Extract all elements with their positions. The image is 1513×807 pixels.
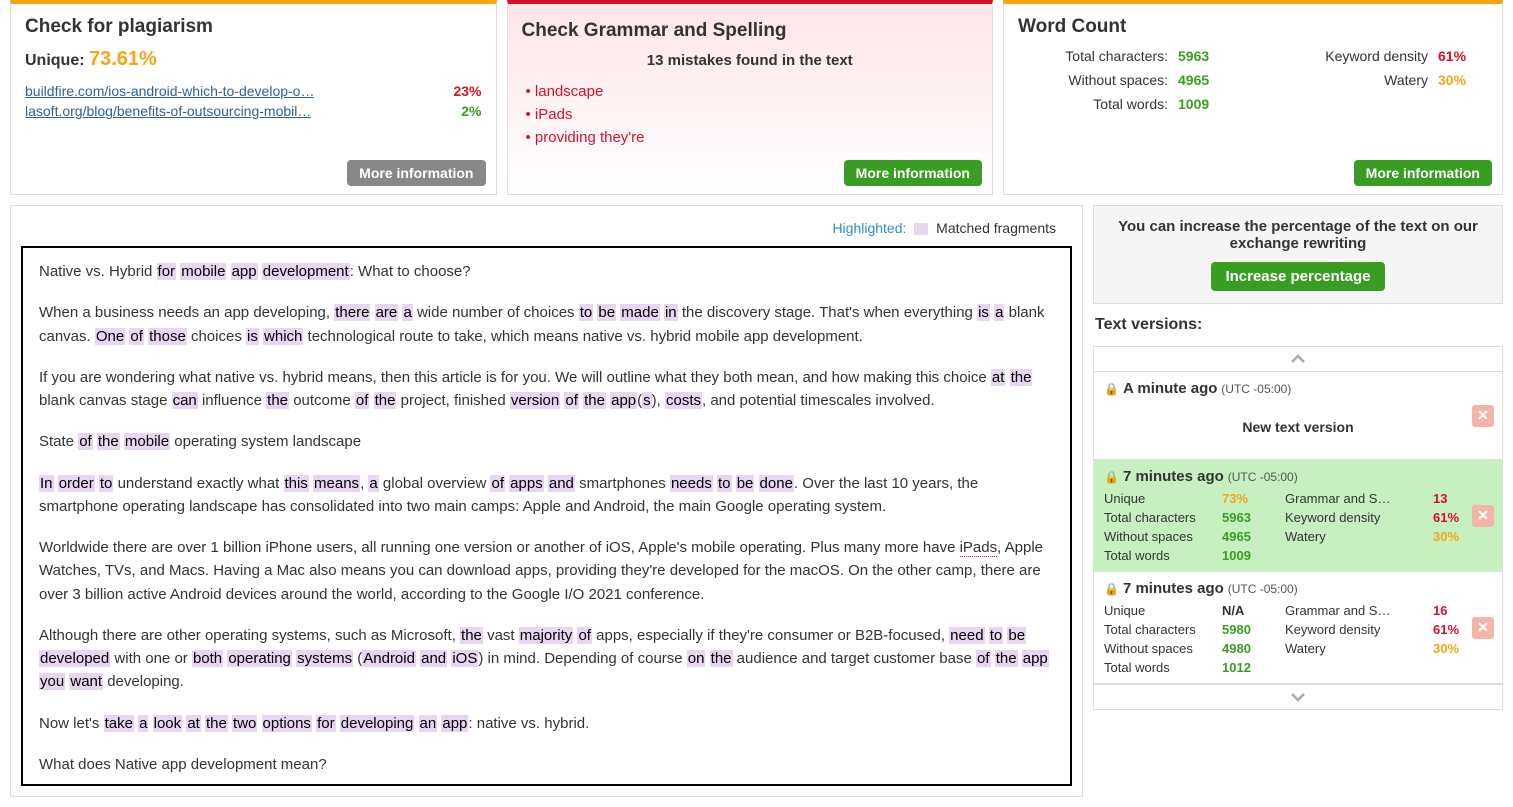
wordcount-row: Total words:1009 <box>1018 96 1228 112</box>
mistake-item: • landscape <box>522 83 979 100</box>
wordcount-title: Word Count <box>1018 16 1488 38</box>
text-editor[interactable]: Native vs. Hybrid for mobile app develop… <box>21 246 1072 786</box>
grammar-subtitle: 13 mistakes found in the text <box>522 52 979 69</box>
plagiarism-source-row: lasoft.org/blog/benefits-of-outsourcing-… <box>25 103 482 119</box>
plagiarism-source-link[interactable]: lasoft.org/blog/benefits-of-outsourcing-… <box>25 103 311 119</box>
lock-icon: 🔒 <box>1104 470 1119 484</box>
wordcount-row: Total characters:5963 <box>1018 48 1228 64</box>
swatch-icon <box>914 223 928 235</box>
versions-list: 🔒A minute ago (UTC -05:00)New text versi… <box>1093 346 1503 710</box>
plagiarism-source-link[interactable]: buildfire.com/ios-android-which-to-devel… <box>25 83 314 99</box>
plagiarism-more-button[interactable]: More information <box>347 160 485 186</box>
editor-column: Highlighted: Matched fragments Native vs… <box>10 205 1083 797</box>
mistake-item: • providing they're <box>522 129 979 146</box>
wordcount-row: Watery30% <box>1278 72 1488 88</box>
highlight-legend: Highlighted: Matched fragments <box>21 216 1072 246</box>
lock-icon: 🔒 <box>1104 582 1119 596</box>
plagiarism-source-pct: 2% <box>461 103 481 119</box>
grammar-card: Check Grammar and Spelling 13 mistakes f… <box>507 0 994 195</box>
versions-title: Text versions: <box>1093 312 1503 338</box>
lock-icon: 🔒 <box>1104 382 1119 396</box>
plagiarism-source-pct: 23% <box>453 83 481 99</box>
chevron-down-icon[interactable] <box>1094 684 1502 709</box>
plagiarism-card: Check for plagiarism Unique: 73.61% buil… <box>10 0 497 195</box>
grammar-title: Check Grammar and Spelling <box>522 20 979 42</box>
promo-box: You can increase the percentage of the t… <box>1093 205 1503 304</box>
close-icon[interactable]: ✕ <box>1472 405 1494 427</box>
grammar-more-button[interactable]: More information <box>844 160 982 186</box>
mistake-item: • iPads <box>522 106 979 123</box>
version-item[interactable]: 🔒A minute ago (UTC -05:00)New text versi… <box>1094 372 1502 460</box>
chevron-up-icon[interactable] <box>1094 347 1502 372</box>
wordcount-card: Word Count Total characters:5963 Without … <box>1003 0 1503 195</box>
wordcount-more-button[interactable]: More information <box>1354 160 1492 186</box>
unique-line: Unique: 73.61% <box>25 48 482 71</box>
wordcount-row: Without spaces:4965 <box>1018 72 1228 88</box>
plagiarism-source-row: buildfire.com/ios-android-which-to-devel… <box>25 83 482 99</box>
wordcount-row: Keyword density61% <box>1278 48 1488 64</box>
close-icon[interactable]: ✕ <box>1472 617 1494 639</box>
close-icon[interactable]: ✕ <box>1472 505 1494 527</box>
increase-percentage-button[interactable]: Increase percentage <box>1211 262 1384 291</box>
version-item[interactable]: 🔒7 minutes ago (UTC -05:00) UniqueN/AGra… <box>1094 572 1502 684</box>
plagiarism-title: Check for plagiarism <box>25 16 482 38</box>
version-item[interactable]: 🔒7 minutes ago (UTC -05:00) Unique73%Gra… <box>1094 460 1502 572</box>
unique-value: 73.61% <box>89 48 157 70</box>
